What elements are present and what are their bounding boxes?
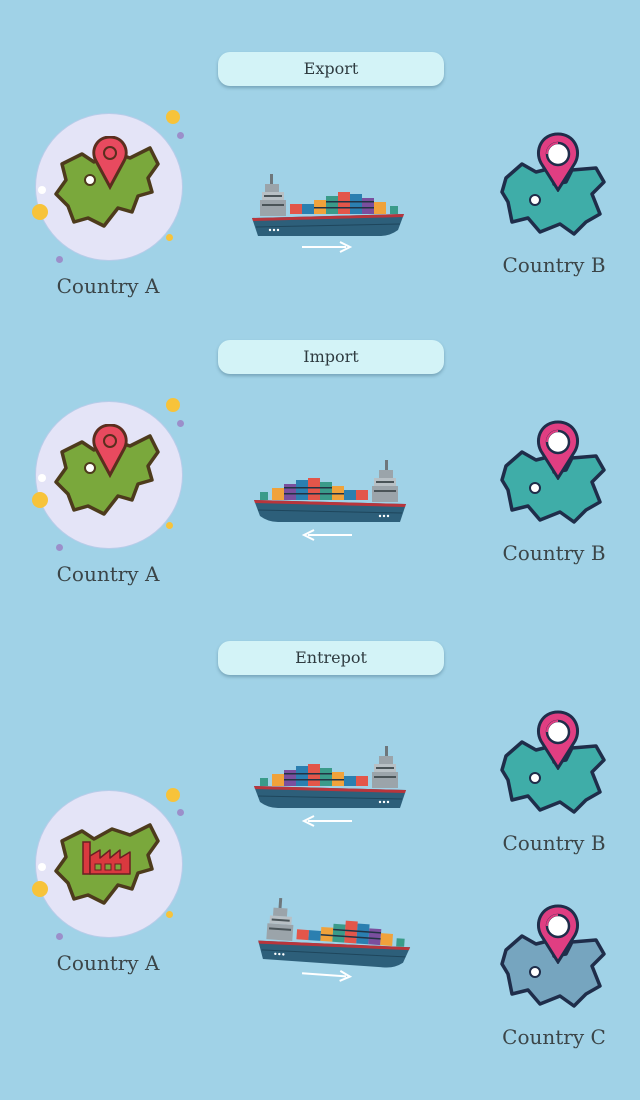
- deco-dot: [166, 911, 173, 918]
- deco-dot: [177, 132, 184, 139]
- deco-dot: [32, 881, 48, 897]
- arrow-left-icon: [300, 814, 354, 828]
- destination-label: Country C: [502, 1025, 606, 1049]
- cargo-ship-icon: [255, 893, 417, 972]
- deco-dot: [56, 256, 63, 263]
- factory-icon: [80, 838, 134, 878]
- deco-dot: [38, 863, 46, 871]
- deco-dot: [166, 788, 180, 802]
- map-pin-icon: [91, 424, 129, 478]
- origin-label: Country A: [56, 274, 160, 298]
- section-title-export: Export: [218, 52, 444, 86]
- deco-dot: [32, 492, 48, 508]
- cargo-ship-icon: [250, 742, 408, 810]
- deco-dot: [177, 420, 184, 427]
- deco-dot: [166, 234, 173, 241]
- cargo-ship-icon: [250, 456, 408, 524]
- deco-dot: [38, 186, 46, 194]
- deco-dot: [166, 110, 180, 124]
- destination-label: Country B: [502, 541, 606, 565]
- deco-dot: [32, 204, 48, 220]
- arrow-left-icon: [300, 528, 354, 542]
- origin-label: Country A: [56, 562, 160, 586]
- arrow-right-icon: [300, 966, 355, 984]
- arrow-right-icon: [300, 240, 354, 254]
- deco-dot: [177, 809, 184, 816]
- map-pin-icon: [534, 132, 582, 192]
- deco-dot: [56, 544, 63, 551]
- cargo-ship-icon: [250, 170, 408, 238]
- deco-dot: [56, 933, 63, 940]
- section-title-import: Import: [218, 340, 444, 374]
- map-pin-icon: [534, 420, 582, 480]
- deco-dot: [38, 474, 46, 482]
- map-pin-icon: [534, 904, 582, 964]
- destination-label: Country B: [502, 253, 606, 277]
- origin-label: Country A: [56, 951, 160, 975]
- map-pin-icon: [534, 710, 582, 770]
- destination-label: Country B: [502, 831, 606, 855]
- map-pin-icon: [91, 136, 129, 190]
- section-title-entrepot: Entrepot: [218, 641, 444, 675]
- deco-dot: [166, 522, 173, 529]
- deco-dot: [166, 398, 180, 412]
